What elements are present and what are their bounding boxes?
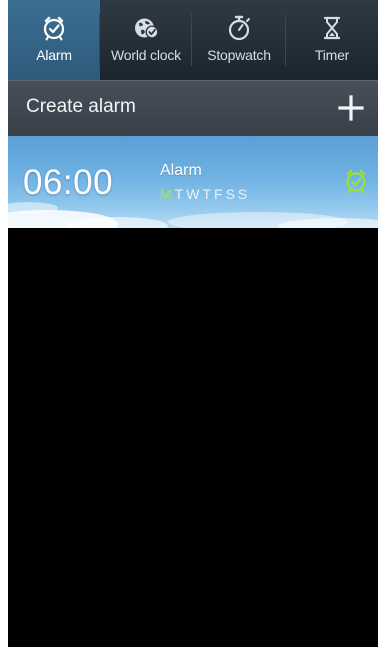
create-alarm-bar[interactable]: Create alarm: [8, 80, 378, 136]
globe-icon: [135, 18, 159, 39]
tab-stopwatch[interactable]: Stopwatch: [192, 0, 286, 80]
alarm-on-icon[interactable]: [342, 166, 370, 196]
tab-world-clock[interactable]: World clock: [100, 0, 192, 80]
hourglass-icon: [323, 16, 341, 40]
day-sunday: S: [237, 186, 251, 202]
alarm-name: Alarm: [160, 162, 202, 179]
clock-app: Alarm World clock Stopwatch Timer Create…: [8, 0, 378, 647]
create-alarm-label[interactable]: Create alarm: [26, 96, 136, 118]
tab-bar: Alarm World clock Stopwatch Timer: [8, 0, 378, 80]
tab-world-clock-label: World clock: [111, 47, 181, 63]
tab-alarm[interactable]: Alarm: [8, 0, 100, 80]
tab-timer-label: Timer: [314, 47, 350, 63]
day-saturday: S: [225, 186, 238, 202]
alarm-clock-icon: [43, 16, 65, 41]
tab-stopwatch-label: Stopwatch: [207, 47, 271, 63]
tab-timer[interactable]: Timer: [286, 0, 378, 80]
tab-alarm-label: Alarm: [36, 47, 72, 63]
day-wednesday: W: [186, 186, 203, 202]
alarm-list-item[interactable]: 06:00 Alarm MTWTFSS: [8, 136, 378, 228]
plus-icon[interactable]: [334, 91, 368, 125]
day-tuesday: T: [174, 186, 187, 202]
day-friday: F: [214, 186, 226, 202]
alarm-repeat-days: MTWTFSS: [160, 186, 250, 202]
day-monday: M: [160, 186, 175, 202]
alarm-time: 06:00: [23, 163, 114, 202]
day-thursday: T: [202, 186, 215, 202]
stopwatch-icon: [228, 15, 250, 41]
